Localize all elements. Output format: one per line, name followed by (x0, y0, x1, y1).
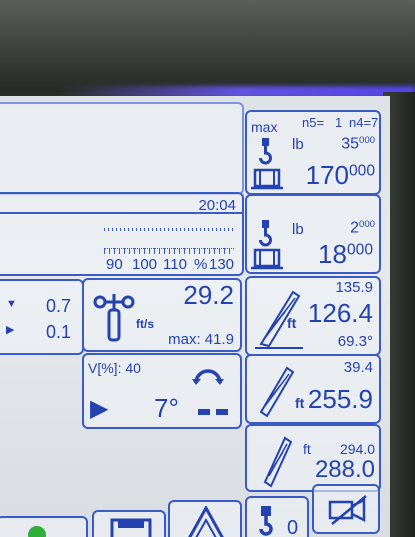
height-top-value: 294.0 (339, 441, 375, 457)
n5-label: n5= (302, 115, 325, 130)
n5-value: 1 (335, 115, 343, 130)
jib-icon (257, 362, 297, 418)
scale-100: 100 (132, 256, 158, 273)
hook-icon (255, 506, 279, 536)
display-bezel-top (0, 0, 415, 92)
jib-panel[interactable]: 39.4 ft 255.9 (245, 354, 381, 424)
n4-label: n4= (349, 115, 372, 130)
max-label: max (251, 119, 278, 135)
hook-top-value: 2000 (350, 219, 375, 237)
triangle-button[interactable] (168, 500, 242, 537)
hook-count: 0 (287, 517, 299, 537)
boom-icon (255, 286, 305, 352)
load-block-icon (251, 166, 283, 190)
hook-big-value: 18000 (318, 239, 373, 269)
scale-110: 110 (163, 256, 187, 273)
load-panel[interactable]: max n5= 1 n4= 7 lb 35000 170000 (245, 110, 381, 195)
hook-icon (253, 138, 279, 166)
slew-speed-label: V[%]: 40 (88, 360, 141, 376)
slew-panel[interactable]: V[%]: 40 ▶ 7° (82, 353, 242, 429)
wind-speed: 29.2 (183, 280, 234, 310)
boom-panel[interactable]: 135.9 ft 126.4 69.3° (245, 276, 381, 356)
scale-percent: % (194, 256, 208, 273)
clock-time: 20:04 (198, 197, 236, 214)
anemometer-icon (92, 288, 136, 342)
status-strip (0, 102, 244, 195)
arrow-icon-upper: ▼ (6, 298, 17, 310)
boom-angle: 69.3° (337, 333, 373, 350)
height-icon (261, 432, 297, 488)
green-status-icon (28, 526, 46, 537)
camera-off-icon (326, 494, 370, 526)
height-unit: ft (303, 441, 311, 457)
load-unit: lb (292, 136, 304, 153)
frame-icon (108, 518, 154, 537)
hook-unit: lb (292, 221, 304, 238)
height-panel[interactable]: ft 294.0 288.0 (245, 424, 381, 492)
hook-load-panel[interactable]: lb 2000 18000 (245, 194, 381, 274)
hook-count-button[interactable]: 0 (245, 496, 309, 537)
wind-panel[interactable]: 29.2 ft/s max: 41.9 (82, 278, 242, 352)
jib-top-value: 39.4 (343, 359, 373, 376)
boom-radius: 126.4 (307, 298, 373, 328)
camera-off-button[interactable] (312, 484, 380, 534)
hook-icon (253, 220, 279, 248)
utilization-panel: 20:04 90 100 110 % 130 (0, 192, 244, 276)
arrow-icon-lower: ▶ (6, 324, 15, 336)
left-values-panel: ▼ 0.7 ▶ 0.1 (0, 279, 84, 355)
boom-length: 135.9 (335, 279, 373, 296)
utilization-ticks (104, 248, 234, 254)
load-block-icon (251, 246, 283, 270)
boom-unit: ft (287, 315, 297, 331)
left-upper-value: 0.7 (46, 296, 72, 316)
max-load-value: 35000 (341, 135, 375, 153)
wind-max: max: 41.9 (168, 331, 234, 348)
n4-value: 7 (371, 115, 379, 130)
jib-value: 255.9 (307, 384, 373, 414)
dash-icon (198, 407, 230, 417)
jib-unit: ft (295, 395, 305, 411)
green-button[interactable] (0, 516, 88, 537)
current-load-value: 170000 (305, 160, 375, 190)
height-value: 288.0 (314, 456, 375, 483)
frame-button[interactable] (92, 510, 166, 537)
slew-angle: 7° (154, 393, 179, 423)
scale-130: 130 (209, 256, 235, 273)
warning-triangle-icon (184, 506, 228, 537)
scale-90: 90 (106, 256, 123, 273)
left-lower-value: 0.1 (46, 322, 72, 342)
play-icon: ▶ (90, 395, 109, 422)
crane-display-screen: max n5= 1 n4= 7 lb 35000 170000 20:04 90… (0, 96, 390, 537)
wind-unit: ft/s (136, 317, 154, 331)
rotate-icon (192, 365, 224, 387)
utilization-scale (104, 220, 234, 249)
